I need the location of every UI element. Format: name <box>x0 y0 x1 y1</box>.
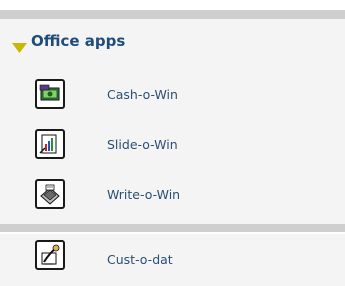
app-item-cash-o-win[interactable]: Cash-o-Win <box>0 71 345 121</box>
app-label: Cash-o-Win <box>107 87 178 102</box>
top-divider <box>0 10 345 19</box>
app-item-write-o-win[interactable]: Write-o-Win <box>0 171 345 221</box>
app-label: Slide-o-Win <box>107 137 178 152</box>
section-divider <box>0 224 345 232</box>
triangle-down-icon <box>12 38 27 53</box>
app-label: Write-o-Win <box>107 187 181 202</box>
office-apps-group-header[interactable]: Office apps <box>0 19 345 66</box>
top-spacer <box>0 0 345 10</box>
write-icon <box>35 179 65 209</box>
cust-icon <box>35 240 65 270</box>
app-item-slide-o-win[interactable]: Slide-o-Win <box>0 121 345 171</box>
app-item-cust-o-dat[interactable]: Cust-o-dat <box>0 236 345 286</box>
app-label: Cust-o-dat <box>107 252 173 267</box>
section-divider-highlight <box>0 232 345 234</box>
cash-icon <box>35 79 65 109</box>
slide-icon <box>35 129 65 159</box>
group-title: Office apps <box>31 32 126 50</box>
